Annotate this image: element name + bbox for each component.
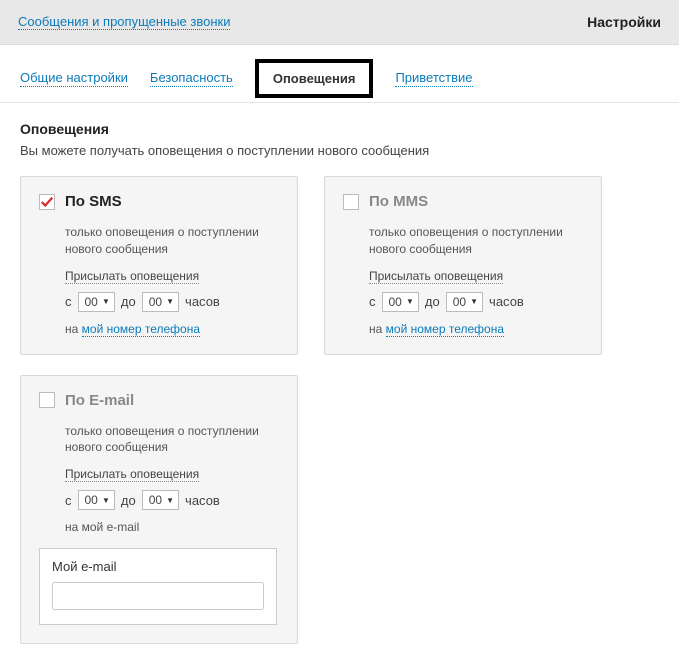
tab-security[interactable]: Безопасность [150,70,233,87]
card-sms-dest: на мой номер телефона [65,322,279,336]
to-label: до [121,493,136,508]
hours-label: часов [185,493,220,508]
tab-notifications-label: Оповещения [273,71,356,86]
hours-label: часов [185,294,220,309]
tab-notifications-active[interactable]: Оповещения [255,59,374,98]
card-email-title: По E-mail [65,392,134,409]
dest-prefix: на [65,322,82,336]
tab-greeting[interactable]: Приветствие [395,70,472,87]
select-sms-to[interactable]: 00 [142,292,179,312]
card-mms-time-row: с 00 до 00 часов [369,292,583,312]
card-sms-send-label: Присылать оповещения [65,269,199,284]
card-email-time-row: с 00 до 00 часов [65,490,279,510]
card-sms-title: По SMS [65,193,122,210]
card-email-dest: на мой e-mail [65,520,279,534]
from-label: с [65,493,72,508]
card-sms-info: только оповещения о поступлении нового с… [65,224,279,258]
email-input[interactable] [52,582,264,610]
to-label: до [121,294,136,309]
section-description: Вы можете получать оповещения о поступле… [20,143,659,158]
card-email-info: только оповещения о поступлении нового с… [65,423,279,457]
card-mms-dest: на мой номер телефона [369,322,583,336]
checkbox-email[interactable] [39,392,55,408]
breadcrumb-link[interactable]: Сообщения и пропущенные звонки [18,14,230,30]
checkbox-mms[interactable] [343,194,359,210]
select-email-to[interactable]: 00 [142,490,179,510]
card-sms: По SMS только оповещения о поступлении н… [20,176,298,355]
top-bar: Сообщения и пропущенные звонки Настройки [0,0,679,45]
select-mms-from[interactable]: 00 [382,292,419,312]
cards-row: По SMS только оповещения о поступлении н… [20,176,659,355]
check-icon [40,195,54,209]
select-email-from[interactable]: 00 [78,490,115,510]
select-sms-from[interactable]: 00 [78,292,115,312]
tab-general[interactable]: Общие настройки [20,70,128,87]
card-sms-time-row: с 00 до 00 часов [65,292,279,312]
content: Оповещения Вы можете получать оповещения… [0,103,679,664]
from-label: с [369,294,376,309]
my-phone-link[interactable]: мой номер телефона [386,322,504,337]
select-mms-to[interactable]: 00 [446,292,483,312]
my-phone-link[interactable]: мой номер телефона [82,322,200,337]
page-title: Настройки [587,14,661,30]
card-mms-send-label: Присылать оповещения [369,269,503,284]
card-mms: По MMS только оповещения о поступлении н… [324,176,602,355]
card-mms-info: только оповещения о поступлении нового с… [369,224,583,258]
from-label: с [65,294,72,309]
card-email: По E-mail только оповещения о поступлени… [20,375,298,645]
section-title: Оповещения [20,121,659,137]
email-input-box: Мой e-mail [39,548,277,625]
dest-prefix: на [369,322,386,336]
card-email-send-label: Присылать оповещения [65,467,199,482]
hours-label: часов [489,294,524,309]
email-input-label: Мой e-mail [52,559,264,574]
checkbox-sms[interactable] [39,194,55,210]
tabs: Общие настройки Безопасность Оповещения … [0,45,679,103]
to-label: до [425,294,440,309]
card-mms-title: По MMS [369,193,428,210]
